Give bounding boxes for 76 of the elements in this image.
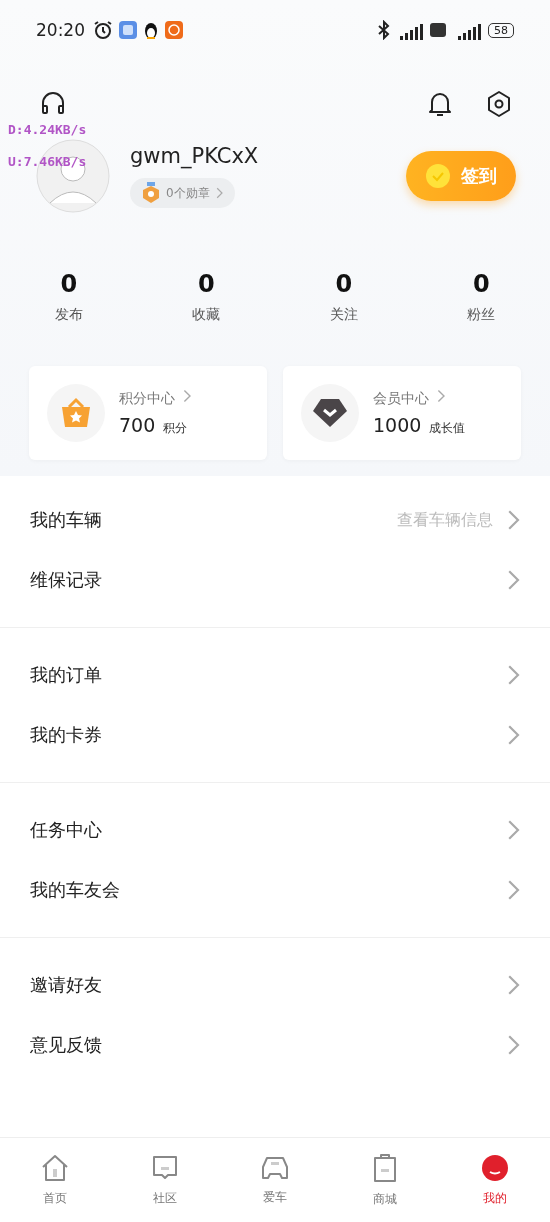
chevron-icon (215, 187, 223, 199)
home-icon (40, 1153, 70, 1182)
menu-label: 我的订单 (30, 663, 103, 687)
stat-count: 0 (335, 270, 353, 298)
chevron-icon (183, 389, 192, 403)
menu-label: 我的卡券 (30, 723, 103, 747)
alarm-icon (93, 20, 113, 40)
chevron-icon (506, 819, 520, 841)
menu-item[interactable]: 邀请好友 (0, 955, 550, 1015)
basket-icon (372, 1152, 398, 1183)
menu-label: 邀请好友 (30, 973, 103, 997)
check-coin-icon (425, 163, 451, 189)
menu-item[interactable]: 意见反馈 (0, 1015, 550, 1075)
menu-item[interactable]: 维保记录 (0, 550, 550, 610)
bell-icon[interactable] (428, 91, 452, 117)
upload-speed: U:7.46KB/s (8, 154, 87, 169)
nav-label: 首页 (43, 1189, 67, 1207)
card-title: 积分中心 (119, 390, 175, 408)
chevron-icon (506, 724, 520, 746)
chat-icon (151, 1153, 179, 1182)
app-icon (119, 21, 137, 39)
menu-label: 任务中心 (30, 818, 103, 842)
menu-label: 意见反馈 (30, 1033, 103, 1057)
app-icon (165, 21, 183, 39)
nav-label: 我的 (483, 1189, 507, 1207)
nav-label: 爱车 (263, 1188, 287, 1206)
center-card[interactable]: 会员中心 1000 成长值 (283, 366, 521, 460)
nav-tab[interactable]: 我的 (440, 1138, 550, 1222)
menu-item[interactable]: 任务中心 (0, 800, 550, 860)
menu-label: 维保记录 (30, 568, 103, 592)
chevron-icon (506, 664, 520, 686)
stat-label[interactable]: 收藏 (192, 306, 221, 324)
card-unit: 积分 (163, 420, 188, 437)
bluetooth-icon (376, 20, 392, 40)
nav-tab[interactable]: 首页 (0, 1138, 110, 1222)
menu-item[interactable]: 我的车辆 查看车辆信息 (0, 490, 550, 550)
nav-label: 社区 (153, 1189, 177, 1207)
chevron-icon (506, 879, 520, 901)
penguin-icon (143, 21, 159, 39)
headset-icon[interactable] (40, 91, 66, 117)
nav-tab[interactable]: 商城 (330, 1138, 440, 1222)
profile-icon (481, 1153, 509, 1182)
stat-count: 0 (60, 270, 78, 298)
nav-tab[interactable]: 爱车 (220, 1138, 330, 1222)
chevron-icon (437, 389, 446, 403)
nav-tab[interactable]: 社区 (110, 1138, 220, 1222)
username: gwm_PKCxX (130, 144, 260, 168)
basket-star-icon (59, 397, 93, 429)
diamond-icon (312, 397, 348, 429)
card-value: 700 (119, 414, 156, 436)
nav-label: 商城 (373, 1190, 397, 1208)
stat-count: 0 (472, 270, 490, 298)
center-card[interactable]: 积分中心 700 积分 (29, 366, 267, 460)
download-speed: D:4.24KB/s (8, 122, 87, 137)
stat-label[interactable]: 发布 (54, 306, 83, 324)
menu-label: 我的车辆 (30, 508, 103, 532)
chevron-icon (506, 509, 520, 531)
card-value: 1000 (373, 414, 422, 436)
stat-label[interactable]: 关注 (329, 306, 358, 324)
stat-label[interactable]: 粉丝 (467, 306, 496, 324)
battery-level: 58 (488, 22, 514, 38)
medal-icon (142, 182, 160, 204)
stat-count: 0 (197, 270, 215, 298)
settings-icon[interactable] (486, 90, 512, 118)
menu-label: 我的车友会 (30, 878, 121, 902)
status-time: 20:20 (36, 20, 85, 40)
chevron-icon (506, 569, 520, 591)
chevron-icon (506, 1034, 520, 1056)
menu-item[interactable]: 我的订单 (0, 645, 550, 705)
card-title: 会员中心 (373, 390, 429, 408)
chevron-icon (506, 974, 520, 996)
menu-item[interactable]: 我的卡券 (0, 705, 550, 765)
menu-item[interactable]: 我的车友会 (0, 860, 550, 920)
menu-hint: 查看车辆信息 (396, 509, 493, 531)
card-unit: 成长值 (429, 420, 466, 437)
car-icon (260, 1154, 290, 1181)
